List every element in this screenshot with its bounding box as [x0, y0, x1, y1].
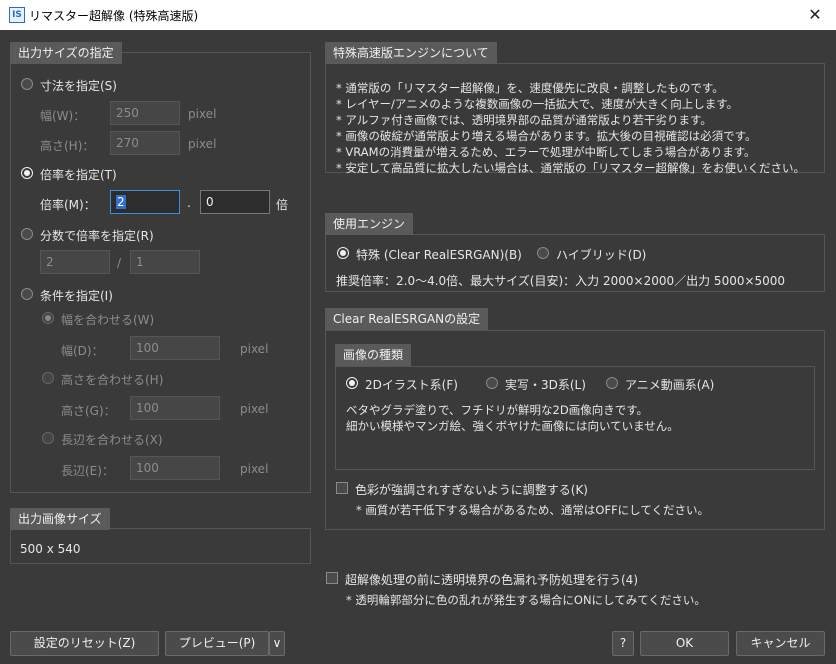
fit-width-unit: pixel: [240, 342, 269, 356]
fit-long-field[interactable]: 100: [130, 456, 220, 480]
scale-frac-field[interactable]: 0: [200, 190, 270, 214]
fit-width-radio[interactable]: [42, 312, 54, 324]
help-button[interactable]: ?: [612, 631, 634, 656]
image-type-title: 画像の種類: [335, 344, 412, 366]
fit-long-unit: pixel: [240, 462, 269, 476]
about-line: * アルファ付き画像では、透明境界部の品質が通常版より若干劣ります。: [336, 113, 712, 127]
title-bar: IS リマスター超解像 (特殊高速版) ✕: [0, 0, 836, 30]
height-label: 高さ(H)：: [40, 139, 95, 153]
fit-long-radio-label[interactable]: 長辺を合わせる(X): [61, 431, 163, 448]
fit-height-field[interactable]: 100: [130, 396, 220, 420]
height-unit: pixel: [188, 137, 217, 151]
app-icon: IS: [9, 7, 25, 23]
scale-unit: 倍: [276, 198, 289, 212]
fraction-slash: /: [117, 256, 122, 270]
condition-radio[interactable]: [21, 288, 33, 300]
fraction-numerator-field[interactable]: 2: [40, 250, 110, 274]
about-line: * レイヤー/アニメのような複数画像の一括拡大で、速度が大きく向上します。: [336, 97, 739, 111]
preprocess-checkbox[interactable]: [326, 572, 338, 584]
fit-long-radio[interactable]: [42, 432, 54, 444]
preview-dropdown-button[interactable]: ∨: [269, 631, 285, 656]
preview-button[interactable]: プレビュー(P): [165, 631, 269, 656]
scale-int-field[interactable]: 2: [110, 190, 180, 214]
type-anime-radio[interactable]: [606, 377, 618, 389]
window-title: リマスター超解像 (特殊高速版): [29, 9, 199, 23]
engine-hybrid-label[interactable]: ハイブリッド(D): [556, 246, 646, 263]
type-description-line: ベタやグラデ塗りで、フチドリが鮮明な2D画像向きです。: [346, 403, 649, 417]
type-2d-label[interactable]: 2Dイラスト系(F): [365, 376, 458, 393]
scale-label: 倍率(M)：: [40, 198, 96, 212]
ok-button[interactable]: OK: [640, 631, 729, 656]
type-description-line: 細かい模様やマンガ絵、強くボヤけた画像には向いていません。: [346, 419, 679, 433]
engine-section-title: 使用エンジン: [325, 213, 414, 235]
scale-dot: .: [187, 196, 191, 210]
reset-button[interactable]: 設定のリセット(Z): [10, 631, 159, 656]
fit-height-radio[interactable]: [42, 372, 54, 384]
dimension-radio[interactable]: [21, 78, 33, 90]
type-2d-radio[interactable]: [346, 377, 358, 389]
engine-special-label[interactable]: 特殊 (Clear RealESRGAN)(B): [356, 246, 522, 263]
color-adjust-label[interactable]: 色彩が強調されすぎないように調整する(K): [355, 481, 588, 498]
fit-height-unit: pixel: [240, 402, 269, 416]
engine-special-radio[interactable]: [337, 247, 349, 259]
engine-hybrid-radio[interactable]: [537, 247, 549, 259]
fit-width-field[interactable]: 100: [130, 336, 220, 360]
fit-width-label: 幅(D)：: [61, 344, 104, 358]
type-photo-radio[interactable]: [486, 377, 498, 389]
output-size-title: 出力画像サイズ: [10, 508, 110, 530]
about-line: * 画像の破綻が通常版より増える場合があります。拡大後の目視確認は必須です。: [336, 129, 757, 143]
cancel-button[interactable]: キャンセル: [736, 631, 825, 656]
about-section-title: 特殊高速版エンジンについて: [325, 42, 497, 64]
fit-long-label: 長辺(E)：: [61, 464, 114, 478]
height-field[interactable]: 270: [110, 131, 180, 155]
dimension-radio-label[interactable]: 寸法を指定(S): [40, 77, 117, 94]
fit-width-radio-label[interactable]: 幅を合わせる(W): [61, 311, 154, 328]
about-line: * VRAMの消費量が増えるため、エラーで処理が中断してしまう場合があります。: [336, 145, 756, 159]
condition-radio-label[interactable]: 条件を指定(I): [40, 287, 113, 304]
size-section-title: 出力サイズの指定: [10, 42, 122, 64]
color-adjust-checkbox[interactable]: [336, 482, 348, 494]
scale-radio[interactable]: [21, 167, 33, 179]
type-anime-label[interactable]: アニメ動画系(A): [625, 376, 714, 393]
fit-height-label: 高さ(G)：: [61, 404, 116, 418]
color-adjust-note: * 画質が若干低下する場合があるため、通常はOFFにしてください。: [356, 503, 709, 517]
output-size-value: 500 x 540: [20, 542, 81, 556]
scale-radio-label[interactable]: 倍率を指定(T): [40, 166, 117, 183]
preprocess-label[interactable]: 超解像処理の前に透明境界の色漏れ予防処理を行う(4): [345, 571, 638, 588]
scale-int-value: 2: [116, 195, 126, 209]
fraction-radio[interactable]: [21, 228, 33, 240]
type-photo-label[interactable]: 実写・3D系(L): [505, 376, 586, 393]
fit-height-radio-label[interactable]: 高さを合わせる(H): [61, 371, 163, 388]
about-line: * 通常版の「リマスター超解像」を、速度優先に改良・調整したものです。: [336, 81, 724, 95]
preprocess-note: * 透明輪郭部分に色の乱れが発生する場合にONにしてみてください。: [346, 593, 706, 607]
fraction-radio-label[interactable]: 分数で倍率を指定(R): [40, 227, 154, 244]
width-field[interactable]: 250: [110, 101, 180, 125]
width-label: 幅(W)：: [40, 109, 86, 123]
close-icon[interactable]: ✕: [802, 2, 828, 28]
engine-recommend-text: 推奨倍率：2.0～4.0倍、最大サイズ(目安)：入力 2000×2000／出力 …: [336, 274, 786, 288]
fraction-denominator-field[interactable]: 1: [130, 250, 200, 274]
clear-section-title: Clear RealESRGANの設定: [325, 308, 489, 330]
about-line: * 安定して高品質に拡大したい場合は、通常版の「リマスター超解像」をお使いくださ…: [336, 161, 806, 175]
width-unit: pixel: [188, 107, 217, 121]
